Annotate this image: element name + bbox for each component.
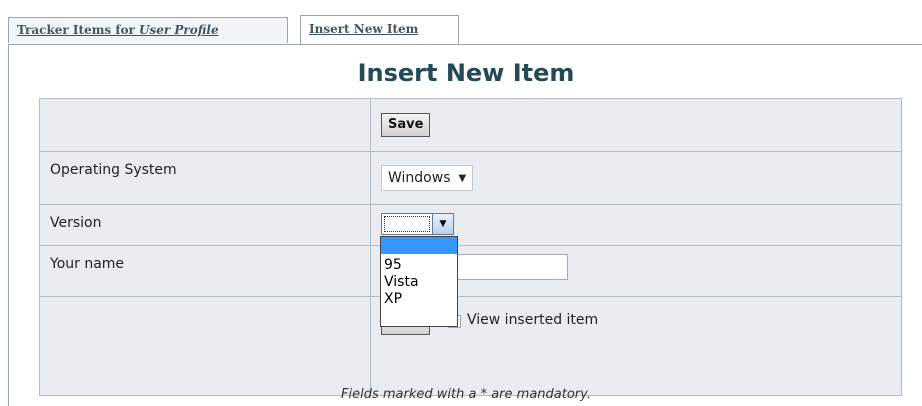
view-inserted-label: View inserted item <box>467 312 599 328</box>
os-select-value: Windows <box>388 170 451 186</box>
page-title: Insert New Item <box>357 59 575 87</box>
dropdown-option[interactable] <box>381 237 457 254</box>
tab-insert-new-item[interactable]: Insert New Item <box>300 15 459 45</box>
dropdown-option[interactable]: Vista <box>381 274 457 291</box>
dropdown-option[interactable]: XP <box>381 291 457 308</box>
empty-label-cell <box>39 296 371 396</box>
chevron-down-icon[interactable]: ▼ <box>432 214 453 234</box>
empty-label-cell <box>39 98 371 152</box>
mandatory-footnote: Fields marked with a * are mandatory. <box>341 387 591 402</box>
insert-form: Save Operating System Windows ▼ Version … <box>39 98 902 396</box>
tab-label: Insert New Item <box>309 22 419 36</box>
version-label: Version <box>39 204 371 246</box>
os-label: Operating System <box>39 151 371 205</box>
os-select[interactable]: Windows ▼ <box>381 165 474 191</box>
version-dropdown-list: 95 Vista XP <box>380 236 458 327</box>
version-select[interactable]: ▼ <box>381 213 454 235</box>
name-label: Your name <box>39 245 371 297</box>
dropdown-option[interactable]: 95 <box>381 257 457 274</box>
chevron-down-icon: ▼ <box>458 172 467 184</box>
version-select-value <box>384 216 430 232</box>
tab-label-em: User Profile <box>139 23 219 37</box>
tab-tracker-items[interactable]: Tracker Items for User Profile <box>8 17 288 43</box>
content-panel: Insert New Item Save Operating System Wi… <box>8 44 922 406</box>
save-button-top[interactable]: Save <box>381 113 431 137</box>
tab-label: Tracker Items for <box>17 23 139 37</box>
